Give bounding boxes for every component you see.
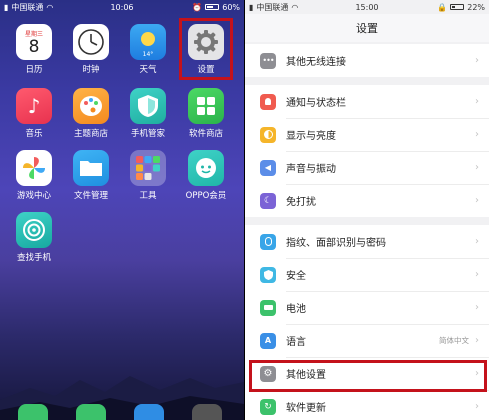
settings-item-biometric[interactable]: 指纹、面部识别与密码 ›	[245, 225, 489, 258]
settings-highlight-box	[179, 18, 233, 80]
home-screen: ▮ 中国联通 ◠ 10:06 ⏰ 60% 星期三 8 日历 时钟 14° 天气 设置 …	[0, 0, 244, 420]
update-icon: ↻	[260, 398, 276, 415]
weather-icon: 14°	[130, 24, 166, 60]
battery-icon	[450, 4, 465, 10]
settings-item-wireless[interactable]: ••• 其他无线连接 ›	[245, 44, 489, 77]
chevron-right-icon: ›	[475, 195, 479, 206]
shield-icon	[260, 266, 276, 283]
folder-icon	[73, 150, 109, 186]
language-value: 简体中文	[439, 336, 469, 345]
status-time: 10:06	[110, 2, 134, 12]
settings-group-connections: ••• 其他无线连接 ›	[245, 44, 489, 77]
chevron-right-icon: ›	[475, 335, 479, 346]
chevron-right-icon: ›	[475, 162, 479, 173]
palette-icon	[73, 88, 109, 124]
chevron-right-icon: ›	[475, 96, 479, 107]
dock-phone-icon[interactable]	[18, 404, 48, 420]
shield-icon	[130, 88, 166, 124]
settings-item-update[interactable]: ↻ 软件更新 ›	[245, 390, 489, 420]
notification-icon	[260, 93, 276, 110]
status-bar: ▮ 中国联通 ◠ 15:00 🔒 22%	[249, 2, 486, 12]
app-oppo-member[interactable]: OPPO会员	[180, 150, 232, 201]
status-bar: ▮ 中国联通 ◠ 10:06 ⏰ 60%	[4, 2, 241, 12]
clock-icon	[73, 24, 109, 60]
fingerprint-icon	[260, 233, 276, 250]
app-weather[interactable]: 14° 天气	[122, 24, 174, 75]
settings-item-notifications[interactable]: 通知与状态栏 ›	[245, 85, 489, 118]
app-file-manager[interactable]: 文件管理	[65, 150, 117, 201]
dock-browser-icon[interactable]	[134, 404, 164, 420]
app-store[interactable]: 软件商店	[180, 88, 232, 139]
app-clock[interactable]: 时钟	[65, 24, 117, 75]
lock-icon: 🔒	[437, 2, 448, 12]
radar-icon	[16, 212, 52, 248]
battery-icon	[205, 4, 220, 10]
app-tools-folder[interactable]: 工具	[122, 150, 174, 201]
chevron-right-icon: ›	[475, 129, 479, 140]
app-game-center[interactable]: 游戏中心	[8, 150, 60, 201]
brightness-icon	[260, 126, 276, 143]
language-icon: A	[260, 332, 276, 349]
wifi-icon: ◠	[291, 2, 299, 12]
dock-camera-icon[interactable]	[192, 404, 222, 420]
member-face-icon	[188, 150, 224, 186]
more-dots-icon: •••	[260, 52, 276, 69]
settings-item-sound[interactable]: ◀ 声音与振动 ›	[245, 151, 489, 184]
chevron-right-icon: ›	[475, 55, 479, 66]
settings-item-language[interactable]: A 语言 简体中文 ›	[245, 324, 489, 357]
pinwheel-icon	[16, 150, 52, 186]
other-settings-highlight-box	[249, 360, 487, 392]
grid-icon	[188, 88, 224, 124]
settings-group-display: 通知与状态栏 › 显示与亮度 › ◀ 声音与振动 › ☾ 免打扰 ›	[245, 85, 489, 217]
app-music[interactable]: ♪ 音乐	[8, 88, 60, 139]
settings-item-dnd[interactable]: ☾ 免打扰 ›	[245, 184, 489, 217]
app-find-phone[interactable]: 查找手机	[8, 212, 60, 263]
chevron-right-icon: ›	[475, 269, 479, 280]
signal-icon: ▮	[249, 2, 254, 12]
settings-screen: ▮ 中国联通 ◠ 15:00 🔒 22% 设置 ••• 其他无线连接 › 通知与状态栏…	[245, 0, 489, 420]
app-phone-manager[interactable]: 手机管家	[122, 88, 174, 139]
page-title: 设置	[245, 14, 489, 42]
calendar-icon: 星期三 8	[16, 24, 52, 60]
settings-item-battery[interactable]: 电池 ›	[245, 291, 489, 324]
tools-folder-icon	[130, 150, 166, 186]
moon-icon: ☾	[260, 192, 276, 209]
alarm-icon: ⏰	[192, 2, 203, 12]
app-calendar[interactable]: 星期三 8 日历	[8, 24, 60, 75]
speaker-icon: ◀	[260, 159, 276, 176]
status-time: 15:00	[355, 2, 379, 12]
dock-messages-icon[interactable]	[76, 404, 106, 420]
app-theme-store[interactable]: 主题商店	[65, 88, 117, 139]
signal-icon: ▮	[4, 2, 9, 12]
battery-icon	[260, 299, 276, 316]
settings-item-display[interactable]: 显示与亮度 ›	[245, 118, 489, 151]
chevron-right-icon: ›	[475, 302, 479, 313]
settings-item-security[interactable]: 安全 ›	[245, 258, 489, 291]
chevron-right-icon: ›	[475, 236, 479, 247]
chevron-right-icon: ›	[475, 401, 479, 412]
music-note-icon: ♪	[16, 88, 52, 124]
wifi-icon: ◠	[46, 2, 54, 12]
